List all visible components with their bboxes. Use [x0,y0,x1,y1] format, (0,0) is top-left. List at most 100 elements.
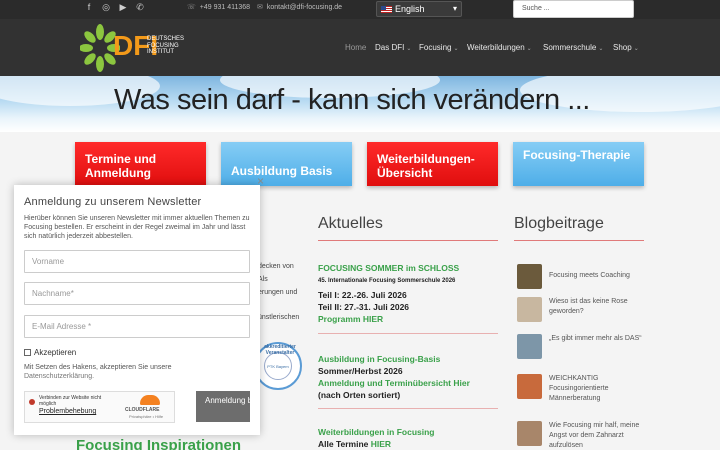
troubleshoot-link[interactable]: Problembehebung [39,408,96,415]
accept-checkbox-row[interactable]: Akzeptieren [24,348,76,357]
news-title[interactable]: FOCUSING SOMMER im SCHLOSS [318,262,508,274]
news-link[interactable]: HIER [371,439,391,449]
dfi-logo[interactable]: DFI DEUTSCHES FOCUSING INSTITUT [80,23,200,73]
blog-thumbnail[interactable] [517,264,542,289]
accept-checkbox[interactable] [24,349,31,356]
blog-title[interactable]: „Es gibt immer mehr als DAS“ [549,334,644,344]
news-line: Teil I: 22.-26. Juli 2026 [318,290,407,300]
blog-title[interactable]: Wie Focusing mir half, meine Angst vor d… [549,421,644,450]
nachname-field[interactable]: Nachname* [24,282,250,305]
nav-home[interactable]: Home [345,43,366,52]
nav-shop[interactable]: Shop ⌄ [613,43,639,52]
blog-thumbnail[interactable] [517,421,542,446]
blog-heading: Blogbeitrage [514,215,604,232]
seal-center: PTK Bayern [264,352,292,380]
news-line: Teil II: 27.-31. Juli 2026 [318,302,410,312]
chevron-down-icon: ⌄ [406,46,412,52]
cloudflare-logo-icon [130,395,172,407]
news-title[interactable]: Ausbildung in Focusing-Basis [318,353,508,365]
hero-banner: Was sein darf - kann sich verändern ... [0,76,720,132]
top-bar: f ◎ ▶ ✆ ☏ +49 931 411368 ✉ kontakt@dfi-foc… [0,0,720,19]
news-link[interactable]: Anmeldung und Terminübersicht Hier [318,377,508,389]
phone-icon: ☏ [187,4,196,11]
vorname-field[interactable]: Vorname [24,250,250,273]
chevron-down-icon: ⌄ [526,46,532,52]
captcha-widget[interactable]: Verbinden zur Website nicht möglich Prob… [24,391,175,423]
nav-sommerschule[interactable]: Sommerschule ⌄ [543,43,603,52]
popup-title: Anmeldung zu unserem Newsletter [24,196,202,208]
phone-number[interactable]: +49 931 411368 [200,4,250,11]
blog-item[interactable]: Wie Focusing mir half, meine Angst vor d… [514,421,644,450]
phone-contact[interactable]: ☏ +49 931 411368 [187,3,250,11]
instagram-icon[interactable]: ◎ [101,2,111,13]
blog-title[interactable]: WEICHKANTIG Focusingorientierte Männerbe… [549,374,644,404]
news-subtitle: 45. Internationale Focusing Sommerschule… [318,278,456,284]
close-icon[interactable]: × [257,174,264,188]
blog-item[interactable]: WEICHKANTIG Focusingorientierte Männerbe… [514,374,644,412]
cloudflare-label: CLOUDFLARE [125,407,160,413]
chevron-down-icon: ⌄ [453,46,459,52]
nav-das-dfi[interactable]: Das DFI ⌄ [375,43,411,52]
social-links: f ◎ ▶ ✆ [84,2,145,13]
privacy-link[interactable]: Datenschutzerklärung. [24,372,204,381]
blog-item[interactable]: Wieso ist das keine Rose geworden? [514,297,644,327]
error-icon [29,399,35,405]
newsletter-popup: × Anmeldung zu unserem Newsletter Hierüb… [14,174,264,435]
news-line: Sommer/Herbst 2026 [318,366,403,376]
nav-weiterbildungen[interactable]: Weiterbildungen ⌄ [467,43,532,52]
news-divider [318,333,498,334]
captcha-message: Verbinden zur Website nicht möglich [39,395,102,407]
heading-underline [318,240,498,241]
news-item-sommerschule: FOCUSING SOMMER im SCHLOSS 45. Internati… [318,262,508,325]
blog-thumbnail[interactable] [517,374,542,399]
submit-button[interactable]: Anmeldung bestätigen [196,391,250,422]
accreditation-seal: PTK Bayern akkreditierter Veranstalter [254,342,302,390]
blog-item[interactable]: Focusing meets Coaching [514,264,644,294]
heading-underline [514,240,644,241]
language-select[interactable]: English ▾ [376,1,462,17]
mail-icon: ✉ [257,4,263,11]
facebook-icon[interactable]: f [84,2,94,13]
news-divider [318,408,498,409]
tile-focusing-therapie[interactable]: Focusing-Therapie [513,142,644,186]
text-fragment: decken von [258,263,294,270]
blog-title[interactable]: Focusing meets Coaching [549,271,644,281]
email-field[interactable]: E-Mail Adresse * [24,315,250,338]
language-label: English [395,4,425,14]
banner-title: Was sein darf - kann sich verändern ... [114,84,590,116]
blog-item[interactable]: „Es gibt immer mehr als DAS“ [514,334,644,364]
tile-weiterbildungen[interactable]: Weiterbildungen-Übersicht [367,142,498,186]
captcha-links[interactable]: Privatsphäre • Hilfe [129,414,163,419]
text-fragment: erungen und [258,289,298,296]
tile-ausbildung-basis[interactable]: Ausbildung Basis [221,142,352,186]
news-item-weiterbildungen: Weiterbildungen in Focusing Alle Termine… [318,426,508,450]
youtube-icon[interactable]: ▶ [118,2,128,13]
nav-focusing[interactable]: Focusing ⌄ [419,43,459,52]
chevron-down-icon: ⌄ [633,46,639,52]
search-input[interactable]: Suche ... [513,0,634,18]
news-note: (nach Orten sortiert) [318,390,401,400]
blog-title[interactable]: Wieso ist das keine Rose geworden? [549,297,644,317]
whatsapp-icon[interactable]: ✆ [135,2,145,13]
logo-subtitle: DEUTSCHES FOCUSING INSTITUT [147,36,185,55]
news-item-ausbildung: Ausbildung in Focusing-Basis Sommer/Herb… [318,353,508,401]
us-flag-icon [381,6,392,13]
seal-ring-text: akkreditierter Veranstalter [264,344,296,356]
blog-thumbnail[interactable] [517,334,542,359]
tile-termine-anmeldung[interactable]: Termine und Anmeldung [75,142,206,186]
popup-description: Hierüber können Sie unseren Newsletter m… [24,215,250,240]
blog-thumbnail[interactable] [517,297,542,322]
section-heading-inspirationen: Focusing Inspirationen [76,437,242,450]
chevron-down-icon: ▾ [452,4,457,13]
aktuelles-heading: Aktuelles [318,215,383,232]
news-title[interactable]: Weiterbildungen in Focusing [318,426,508,438]
email-address[interactable]: kontakt@dfi-focusing.de [267,4,342,11]
text-fragment: ünstlerischen [258,314,300,321]
site-header: DFI DEUTSCHES FOCUSING INSTITUT Home Das… [0,19,720,76]
news-link[interactable]: Programm HIER [318,313,508,325]
accept-label[interactable]: Akzeptieren [34,348,76,357]
consent-text: Mit Setzen des Hakens, akzeptieren Sie u… [24,363,204,381]
chevron-down-icon: ⌄ [598,46,604,52]
news-line: Alle Termine [318,439,371,449]
email-contact[interactable]: ✉ kontakt@dfi-focusing.de [257,3,342,11]
